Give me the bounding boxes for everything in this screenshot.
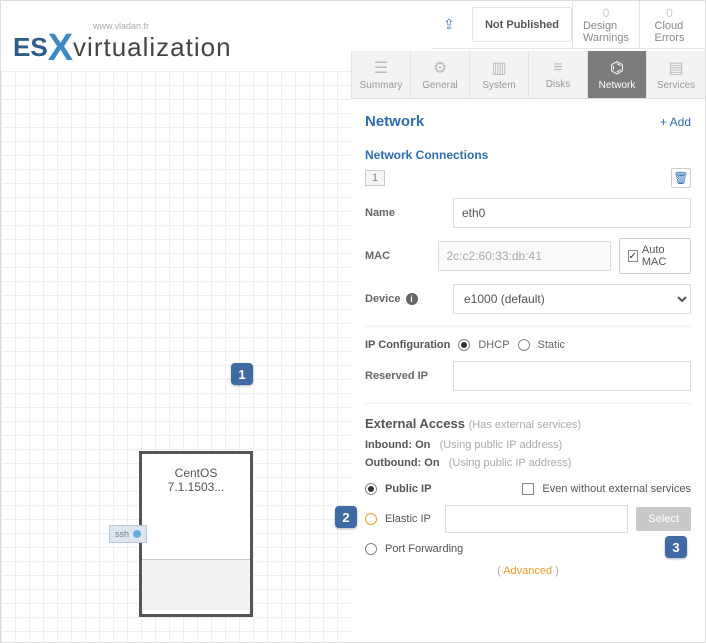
list-icon: ☰ <box>374 58 388 78</box>
tab-system[interactable]: ▥System <box>469 51 528 98</box>
ssh-badge[interactable]: ssh <box>109 525 147 543</box>
detail-tabs: ☰Summary ⚙General ▥System ≡Disks ⌬Networ… <box>351 51 705 99</box>
select-button[interactable]: Select <box>636 507 691 531</box>
tab-summary[interactable]: ☰Summary <box>351 51 410 98</box>
external-access-title: External Access <box>365 416 465 431</box>
cpu-icon: ▥ <box>491 58 506 78</box>
info-icon[interactable]: i <box>406 293 418 305</box>
tab-services[interactable]: ▤Services <box>646 51 705 98</box>
step-callout-1: 1 <box>231 363 253 385</box>
delete-connection-button[interactable]: 🗑 <box>671 168 691 188</box>
step-callout-3: 3 <box>665 536 687 558</box>
tab-disks[interactable]: ≡Disks <box>528 51 587 98</box>
cloud-errors[interactable]: 0 CloudErrors <box>639 1 699 48</box>
device-select[interactable]: e1000 (default) <box>453 284 691 314</box>
tab-general[interactable]: ⚙General <box>410 51 469 98</box>
publish-status[interactable]: Not Published <box>472 7 572 42</box>
vm-version: 7.1.1503... <box>168 480 225 494</box>
network-panel: Network + Add Network Connections 1 🗑 Na… <box>351 99 705 642</box>
device-label: Device i <box>365 293 453 305</box>
auto-mac-checkbox[interactable]: ✓Auto MAC <box>619 238 692 274</box>
name-input[interactable] <box>453 198 691 228</box>
tab-network[interactable]: ⌬Network <box>587 51 646 98</box>
elastic-ip-radio[interactable] <box>365 513 377 525</box>
ssh-status-icon <box>133 530 141 538</box>
vm-footer <box>142 560 250 610</box>
step-callout-2: 2 <box>335 506 357 528</box>
ipconf-label: IP Configuration <box>365 339 450 351</box>
services-icon: ▤ <box>668 58 683 78</box>
reserved-ip-label: Reserved IP <box>365 370 453 382</box>
brand-url: www.vladan.fr <box>93 21 149 31</box>
add-connection-link[interactable]: + Add <box>660 115 691 129</box>
panel-title: Network <box>365 113 424 130</box>
mac-input[interactable] <box>438 241 611 271</box>
external-access-hint: (Has external services) <box>469 419 581 431</box>
top-status-bar: ⇪ Not Published 0 DesignWarnings 0 Cloud… <box>432 1 705 49</box>
mac-label: MAC <box>365 250 438 262</box>
elastic-ip-input[interactable] <box>445 505 629 533</box>
static-radio[interactable] <box>518 339 530 351</box>
design-canvas[interactable]: CentOS 7.1.1503... ssh <box>1 71 351 642</box>
name-label: Name <box>365 207 453 219</box>
advanced-link[interactable]: ( Advanced ) <box>365 565 691 577</box>
vm-title: CentOS <box>175 466 218 480</box>
public-ip-radio[interactable] <box>365 483 377 495</box>
gears-icon: ⚙ <box>433 58 447 78</box>
connections-title: Network Connections <box>365 148 691 162</box>
brand-logo: www.vladan.fr ESXvirtualization <box>13 27 232 70</box>
connection-tab-1[interactable]: 1 <box>365 170 385 186</box>
dhcp-radio[interactable] <box>458 339 470 351</box>
design-warnings[interactable]: 0 DesignWarnings <box>572 1 639 48</box>
vm-node[interactable]: CentOS 7.1.1503... <box>139 451 253 617</box>
reserved-ip-input[interactable] <box>453 361 691 391</box>
disks-icon: ≡ <box>553 59 562 77</box>
even-without-checkbox[interactable] <box>522 483 534 495</box>
network-icon: ⌬ <box>610 58 624 78</box>
port-forwarding-radio[interactable] <box>365 543 377 555</box>
publish-icon[interactable]: ⇪ <box>432 7 466 42</box>
